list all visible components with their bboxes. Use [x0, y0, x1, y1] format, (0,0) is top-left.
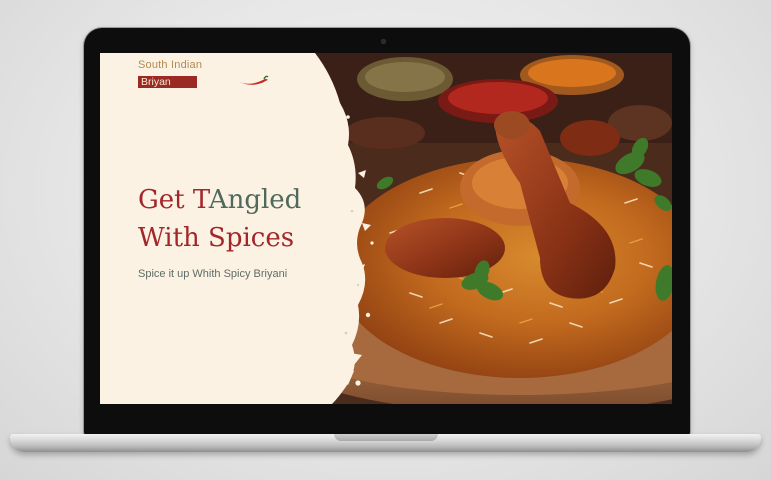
headline-part1: Get T	[138, 185, 209, 215]
webcam-icon	[381, 39, 386, 44]
brand-logo[interactable]: South Indian Briyan	[138, 59, 269, 90]
website-screen: South Indian Briyan Get TAngled With Spi…	[100, 53, 672, 404]
chili-icon	[237, 75, 269, 85]
headline-line2: With Spices	[138, 223, 295, 253]
brand-line1: South Indian	[138, 59, 203, 71]
headline-part2: Angled	[208, 185, 302, 215]
brand-line2: Briyan	[138, 76, 197, 88]
hero-subline: Spice it up Whith Spicy Briyani	[138, 268, 288, 280]
laptop-notch	[334, 434, 438, 441]
laptop-mockup: South Indian Briyan Get TAngled With Spi…	[0, 0, 771, 480]
hero-headline: Get TAngled With Spices	[138, 181, 301, 257]
